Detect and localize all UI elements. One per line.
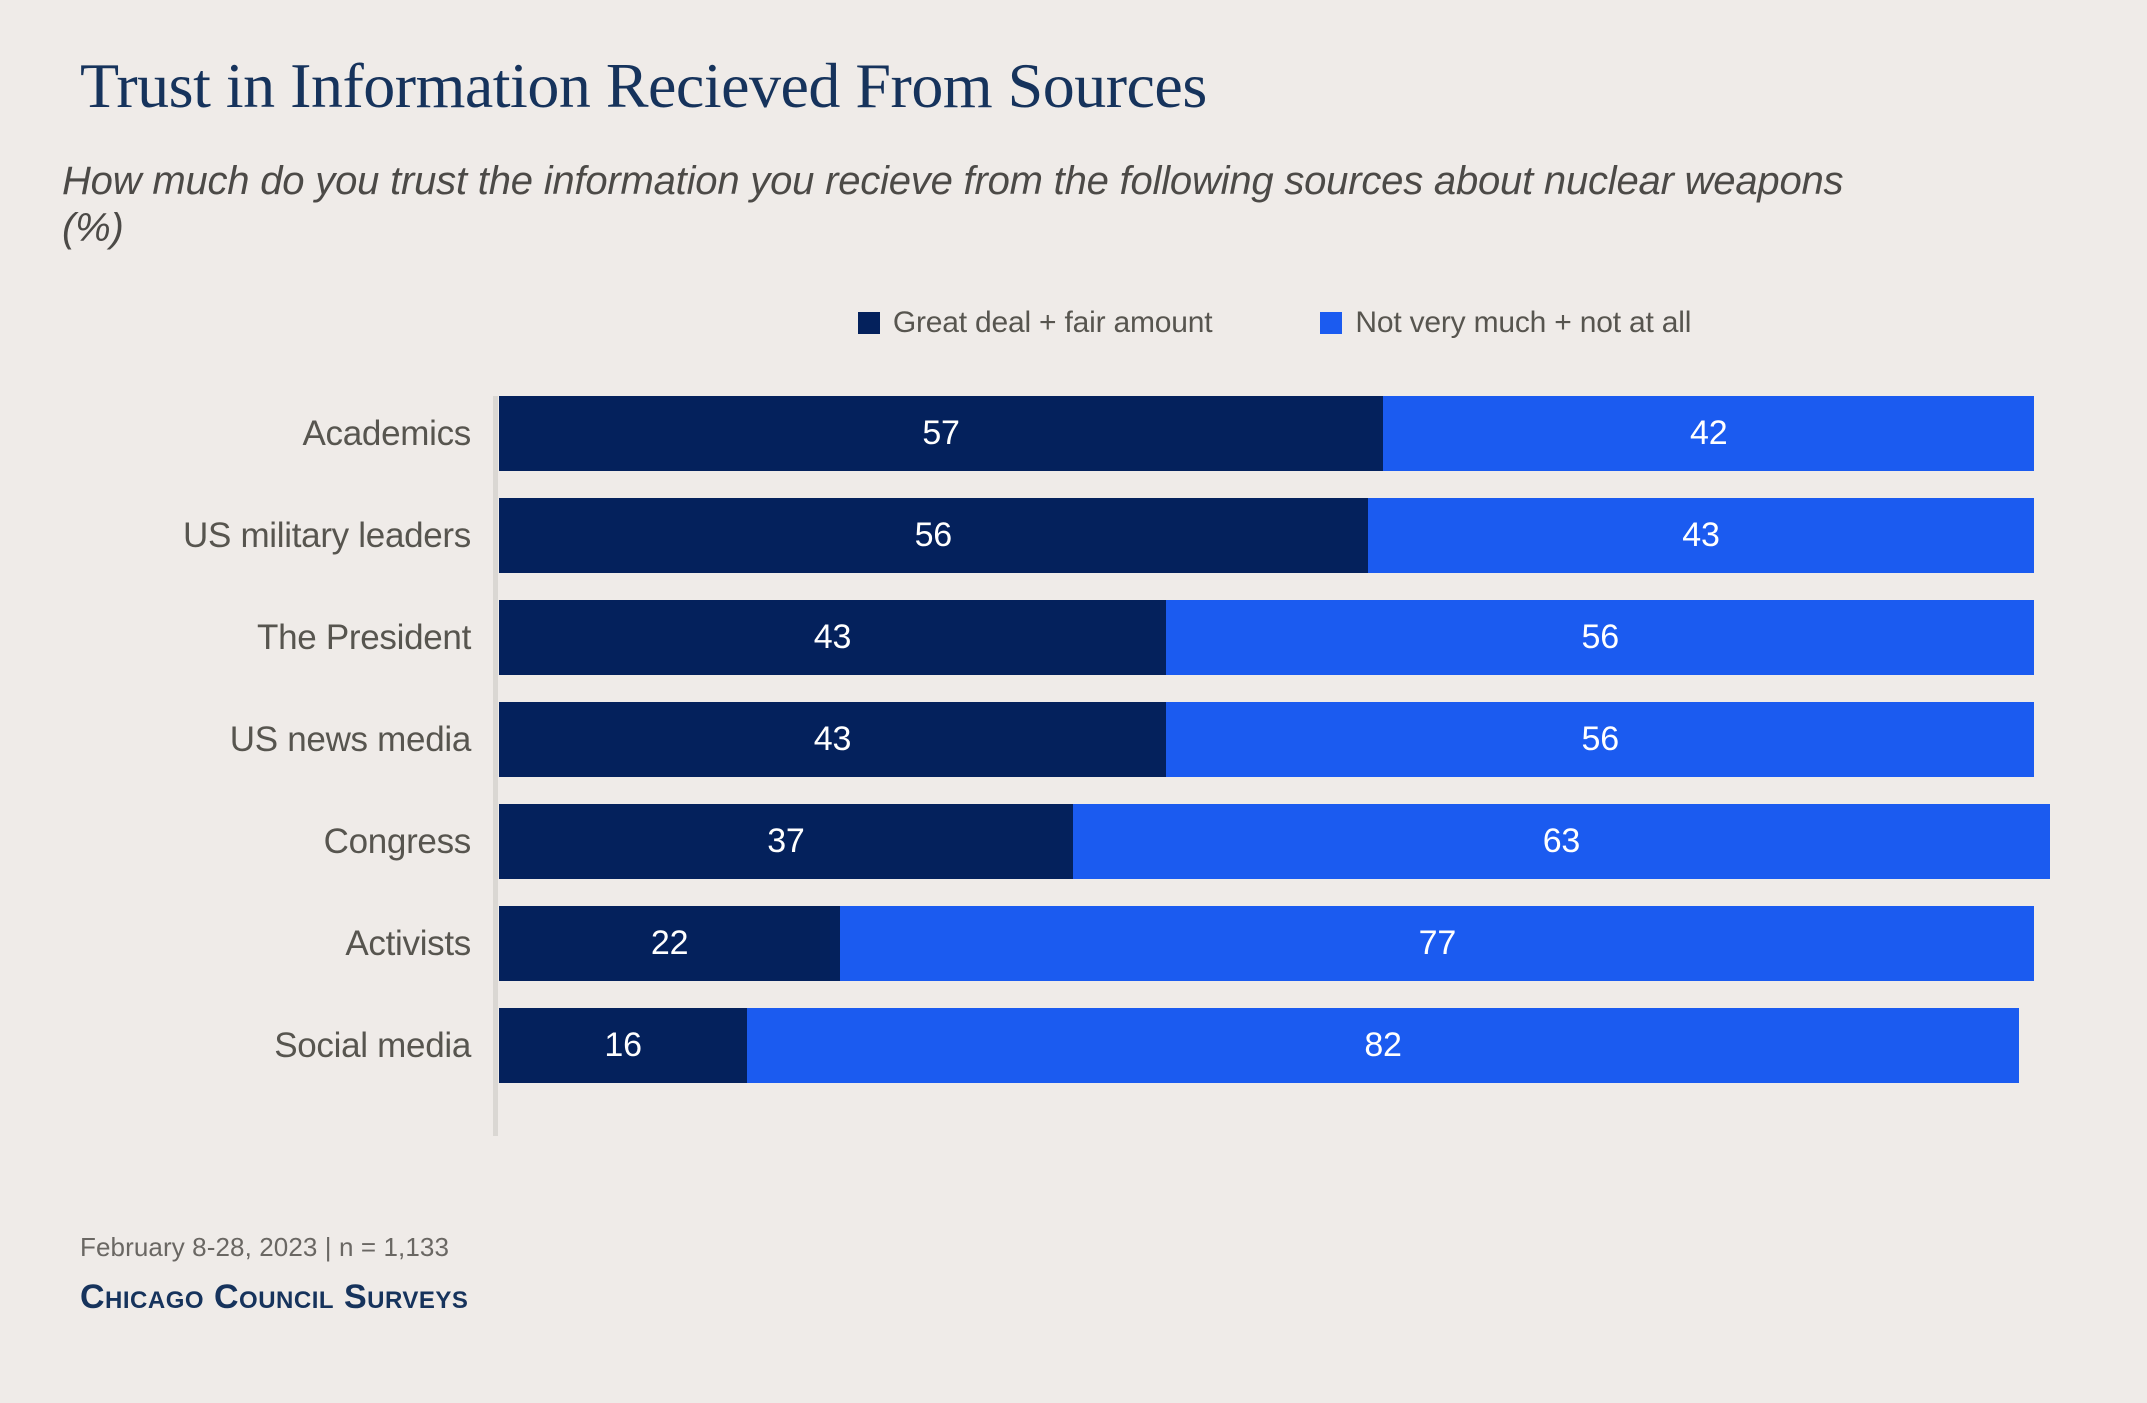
category-label: Academics [302, 413, 472, 453]
legend-item-distrust[interactable]: Not very much + not at all [1320, 306, 1691, 340]
chart-legend: Great deal + fair amount Not very much +… [499, 306, 2050, 340]
legend-label-trust: Great deal + fair amount [892, 306, 1213, 339]
category-label: The President [257, 617, 471, 657]
bar-segment-trust: 22 [499, 906, 841, 981]
bar-row: Activists 22 77 [345, 906, 2050, 981]
legend-label-distrust: Not very much + not at all [1355, 306, 1692, 339]
bar-segment-distrust: 43 [1367, 498, 2035, 573]
bar-row: US news media 43 56 [230, 702, 2050, 777]
bar-rows: Academics 57 42 US military leaders 56 43 The … [183, 396, 2050, 1136]
source-note: February 8-28, 2023 | n = 1,133 [80, 1232, 450, 1262]
plot-area: Academics 57 42 US military leaders 56 43 The … [183, 396, 2050, 1136]
bar-segment-distrust: 56 [1165, 600, 2035, 675]
page-title: Trust in Information Recieved From Sourc… [80, 50, 1207, 121]
category-label: Activists [345, 923, 471, 963]
legend-item-trust[interactable]: Great deal + fair amount [857, 306, 1213, 340]
bar-row: The President 43 56 [257, 600, 2050, 675]
bar-segment-trust: 43 [499, 702, 1166, 777]
legend-swatch-icon-distrust [1320, 312, 1343, 334]
bar-row: US military leaders 56 43 [183, 498, 2050, 573]
y-axis-line [493, 396, 498, 1136]
bar-segment-distrust: 82 [747, 1008, 2019, 1083]
category-label: Social media [274, 1025, 471, 1065]
brand-label: Chicago Council Surveys [80, 1278, 469, 1316]
chart-canvas: Trust in Information Recieved From Sourc… [0, 0, 2147, 1403]
bar-segment-trust: 43 [499, 600, 1166, 675]
bar-row: Social media 16 82 [274, 1008, 2050, 1083]
category-label: Congress [323, 821, 472, 861]
bar-segment-distrust: 42 [1383, 396, 2035, 471]
category-label: US news media [229, 719, 472, 759]
chart-subtitle: How much do you trust the information yo… [62, 159, 1844, 251]
bar-row: Academics 57 42 [303, 396, 2050, 471]
category-label: US military leaders [183, 515, 471, 555]
bar-segment-distrust: 77 [840, 906, 2035, 981]
bar-segment-distrust: 63 [1072, 804, 2050, 879]
bar-row: Congress 37 63 [324, 804, 2050, 879]
bar-segment-distrust: 56 [1165, 702, 2035, 777]
bar-segment-trust: 16 [499, 1008, 748, 1083]
bar-segment-trust: 56 [499, 498, 1368, 573]
bar-segment-trust: 37 [499, 804, 1073, 879]
legend-swatch-icon-trust [857, 312, 880, 334]
bar-segment-trust: 57 [499, 396, 1384, 471]
